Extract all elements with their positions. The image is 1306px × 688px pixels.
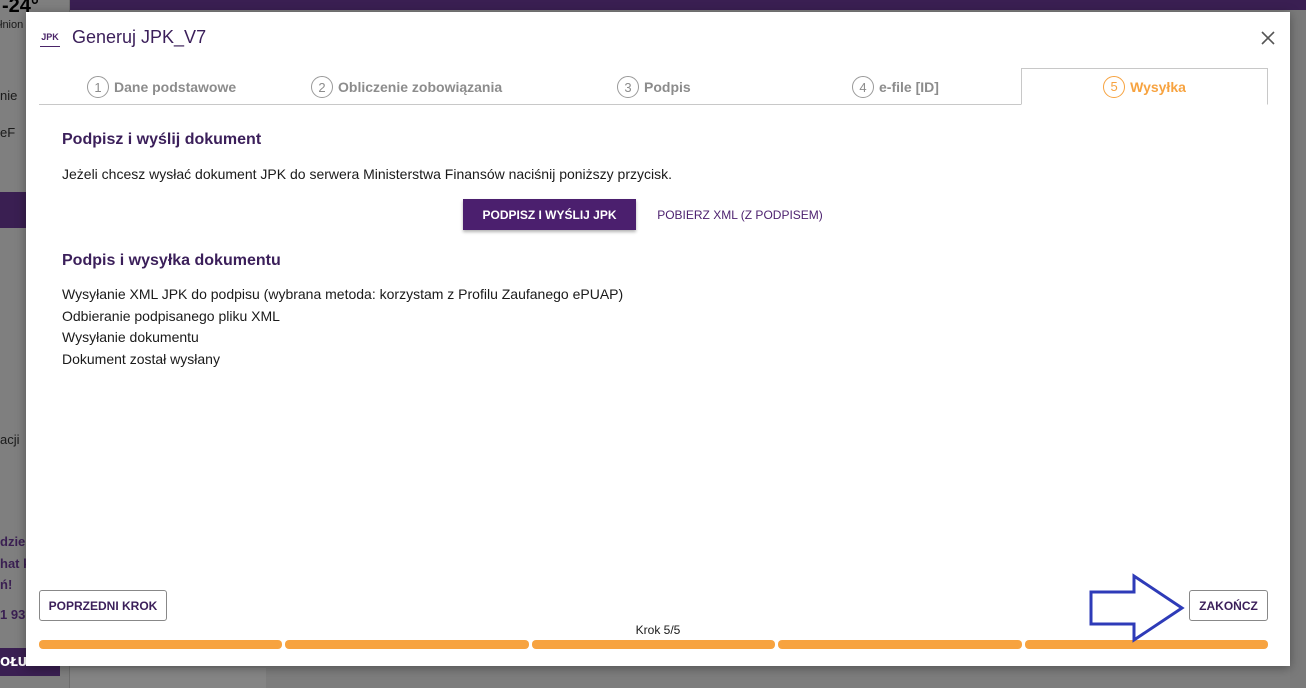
step-number: 1 [87, 76, 109, 98]
step-number: 2 [311, 76, 333, 98]
annotation-arrow-icon [1089, 573, 1185, 643]
progress-bar [39, 640, 1269, 649]
close-button[interactable] [1258, 28, 1278, 48]
status-list: Wysyłanie XML JPK do podpisu (wybrana me… [62, 286, 623, 372]
tab-dane-podstawowe[interactable]: 1 Dane podstawowe [87, 69, 236, 105]
status-line: Odbieranie podpisanego pliku XML [62, 307, 280, 324]
step-number: 4 [852, 76, 874, 98]
step-number: 5 [1103, 75, 1126, 98]
finish-button[interactable]: ZAKOŃCZ [1189, 590, 1268, 621]
background-side-text: nie [0, 88, 18, 103]
generate-jpk-dialog: JPK Generuj JPK_V7 1 Dane podstawowe 2 O… [26, 12, 1290, 666]
status-line: Wysyłanie XML JPK do podpisu (wybrana me… [62, 286, 624, 302]
sign-and-send-button[interactable]: PODPISZ I WYŚLIJ JPK [463, 199, 636, 230]
status-line: Dokument został wysłany [62, 350, 220, 367]
section-title-sign-send: Podpisz i wyślij dokument [62, 131, 262, 148]
step-number: 3 [617, 76, 639, 98]
tab-e-file[interactable]: 4 e-file [ID] [852, 69, 939, 105]
background-side-text: dzie [0, 534, 26, 549]
background-side-text: eF [0, 125, 16, 140]
progress-segment [39, 640, 283, 649]
section-description: Jeżeli chcesz wysłać dokument JPK do ser… [62, 166, 672, 182]
close-icon [1261, 31, 1275, 45]
background-side-text: ń! [0, 577, 13, 592]
background-subtext: łnion [0, 19, 24, 31]
dialog-title: Generuj JPK_V7 [72, 27, 207, 47]
progress-segment [531, 640, 776, 649]
background-topbar [70, 0, 1306, 10]
background-side-text: 1 93 [0, 607, 26, 622]
step-label: e-file [ID] [879, 79, 939, 95]
step-label: Dane podstawowe [114, 79, 237, 95]
progress-segment [285, 640, 529, 649]
tab-obliczenie-zobowiazania[interactable]: 2 Obliczenie zobowiązania [311, 69, 502, 105]
jpk-icon: JPK [40, 30, 60, 47]
background-strip [70, 668, 266, 688]
tab-wysylka[interactable]: 5 Wysyłka [1021, 68, 1268, 105]
background-scroll-area [1290, 10, 1306, 688]
background-side-text: acji [0, 432, 20, 447]
step-label: Wysyłka [1130, 78, 1186, 95]
download-xml-button[interactable]: POBIERZ XML (Z PODPISEM) [650, 199, 830, 230]
step-label: Podpis [644, 79, 691, 95]
dialog-header: JPK Generuj JPK_V7 [26, 12, 1290, 64]
background-active-item [0, 192, 26, 228]
section-title-status: Podpis i wysyłka dokumentu [62, 252, 281, 269]
step-tabs: 1 Dane podstawowe 2 Obliczenie zobowiąza… [39, 68, 1268, 105]
tab-podpis[interactable]: 3 Podpis [617, 69, 691, 105]
previous-step-button[interactable]: POPRZEDNI KROK [39, 590, 167, 621]
step-label: Obliczenie zobowiązania [338, 79, 503, 95]
progress-segment [778, 640, 1022, 649]
status-line: Wysyłanie dokumentu [62, 329, 199, 345]
